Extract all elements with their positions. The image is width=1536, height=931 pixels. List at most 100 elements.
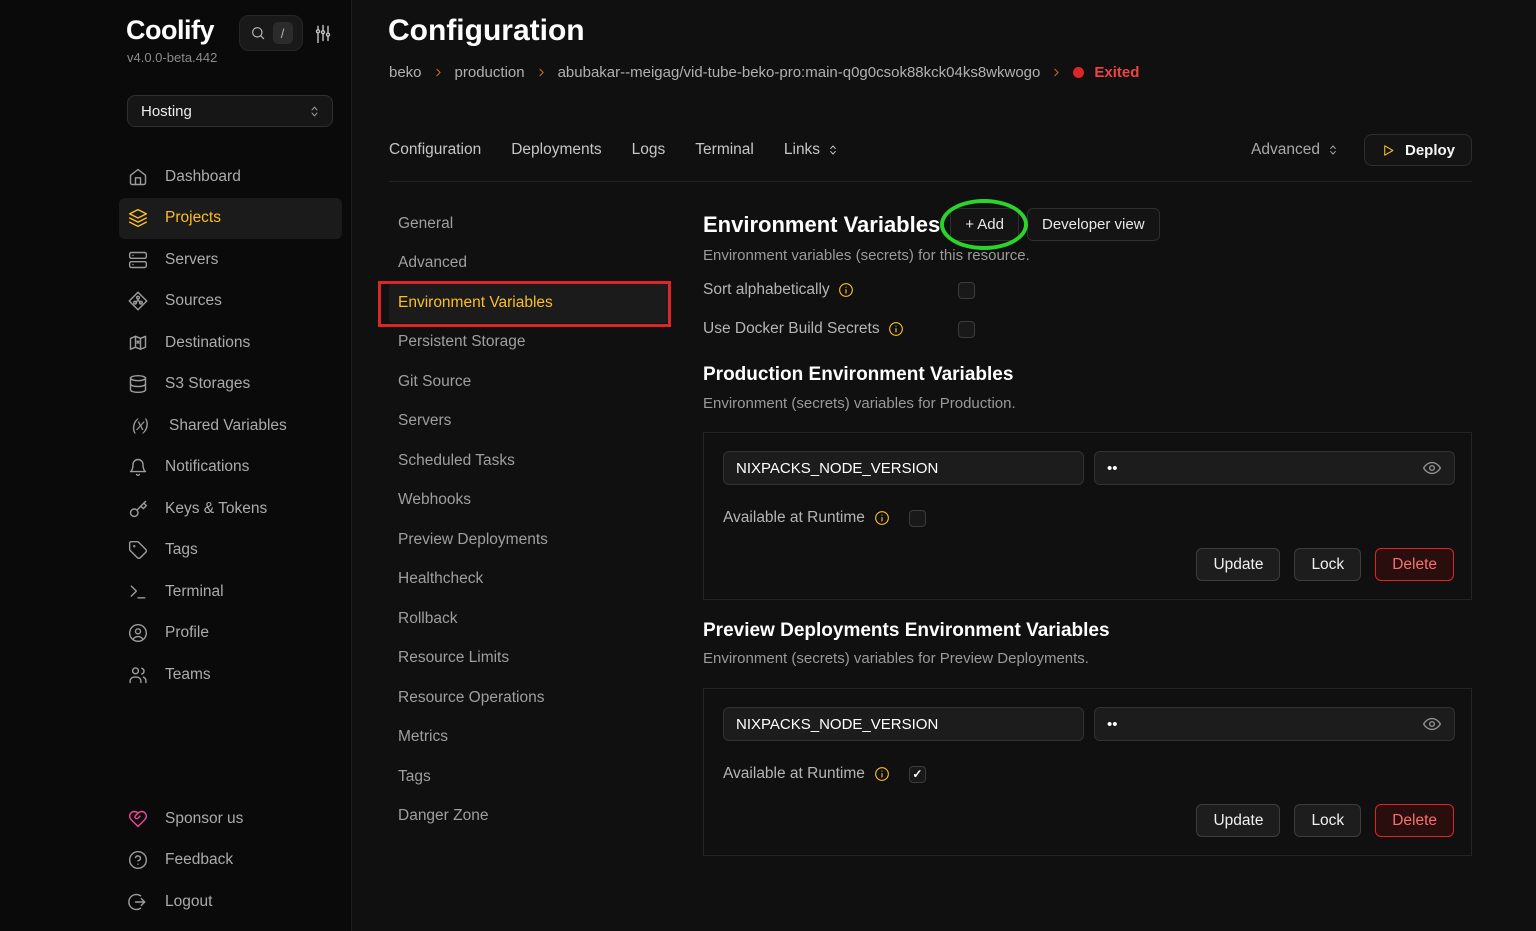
tab-configuration[interactable]: Configuration: [389, 141, 481, 159]
delete-button[interactable]: Delete: [1375, 548, 1454, 581]
sidebar-item-terminal[interactable]: Terminal: [119, 571, 342, 613]
subnav-servers[interactable]: Servers: [389, 402, 669, 442]
chevron-right-icon: [535, 66, 548, 79]
sidebar-item-destinations[interactable]: Destinations: [119, 322, 342, 364]
sort-alphabetically-checkbox[interactable]: [958, 282, 975, 299]
subnav-danger-zone[interactable]: Danger Zone: [389, 797, 669, 837]
app-logo[interactable]: Coolify: [126, 15, 214, 46]
variable-name-input[interactable]: [723, 451, 1084, 485]
sidebar-item-sponsor-us[interactable]: Sponsor us: [119, 798, 342, 840]
sidebar-item-label: Notifications: [165, 458, 249, 476]
variable-value-input[interactable]: [1094, 707, 1455, 741]
sidebar-item-label: Logout: [165, 893, 212, 911]
section-subtitle: Environment variables (secrets) for this…: [703, 247, 1030, 264]
subnav-rollback[interactable]: Rollback: [389, 599, 669, 639]
sidebar-nav: Dashboard Projects Servers Sources Desti…: [0, 156, 352, 696]
available-at-runtime-checkbox[interactable]: [909, 766, 926, 783]
sidebar-item-dashboard[interactable]: Dashboard: [119, 156, 342, 198]
lock-button[interactable]: Lock: [1294, 548, 1361, 581]
status-dot: [1073, 67, 1084, 78]
tab-terminal[interactable]: Terminal: [695, 141, 754, 159]
tabs-divider: [389, 181, 1472, 182]
chevron-right-icon: [432, 66, 445, 79]
team-selector[interactable]: Hosting: [127, 95, 333, 127]
delete-button[interactable]: Delete: [1375, 804, 1454, 837]
subnav-healthcheck[interactable]: Healthcheck: [389, 560, 669, 600]
user-circle-icon: [128, 623, 148, 643]
sidebar-item-servers[interactable]: Servers: [119, 239, 342, 281]
subnav-tags[interactable]: Tags: [389, 757, 669, 797]
developer-view-button[interactable]: Developer view: [1027, 208, 1160, 241]
main-area: Configuration beko production abubakar--…: [353, 0, 1536, 931]
lock-button[interactable]: Lock: [1294, 804, 1361, 837]
sidebar-item-label: Dashboard: [165, 168, 241, 186]
variable-value-input[interactable]: [1094, 451, 1455, 485]
production-section-title: Production Environment Variables: [703, 364, 1013, 386]
tab-deployments[interactable]: Deployments: [511, 141, 601, 159]
bell-icon: [128, 457, 148, 477]
preview-section-subtitle: Environment (secrets) variables for Prev…: [703, 650, 1089, 667]
sort-alphabetically-label: Sort alphabetically: [703, 281, 830, 299]
sidebar-item-feedback[interactable]: Feedback: [119, 840, 342, 882]
available-at-runtime-checkbox[interactable]: [909, 510, 926, 527]
sidebar-item-s3-storages[interactable]: S3 Storages: [119, 364, 342, 406]
breadcrumb-environment[interactable]: production: [455, 64, 525, 81]
home-icon: [128, 167, 148, 187]
breadcrumb-team[interactable]: beko: [389, 64, 422, 81]
sidebar-item-label: Terminal: [165, 583, 224, 601]
chevron-up-down-icon: [307, 104, 322, 119]
subnav-persistent-storage[interactable]: Persistent Storage: [389, 323, 669, 363]
sidebar-item-notifications[interactable]: Notifications: [119, 447, 342, 489]
eye-icon: [1421, 458, 1443, 478]
sidebar-item-profile[interactable]: Profile: [119, 613, 342, 655]
sidebar-item-tags[interactable]: Tags: [119, 530, 342, 572]
settings-sliders-button[interactable]: [312, 23, 334, 45]
sidebar-item-logout[interactable]: Logout: [119, 881, 342, 923]
sidebar-item-keys-tokens[interactable]: Keys & Tokens: [119, 488, 342, 530]
sidebar-item-projects[interactable]: Projects: [119, 198, 342, 240]
reveal-value-button[interactable]: [1421, 458, 1443, 478]
advanced-label: Advanced: [1251, 141, 1320, 159]
deploy-button[interactable]: Deploy: [1364, 134, 1472, 166]
subnav-scheduled-tasks[interactable]: Scheduled Tasks: [389, 441, 669, 481]
tab-links[interactable]: Links: [784, 141, 840, 159]
help-circle-icon: [128, 850, 148, 870]
search-button[interactable]: /: [239, 15, 303, 51]
subnav-advanced[interactable]: Advanced: [389, 244, 669, 284]
sliders-icon: [313, 23, 333, 43]
sort-alphabetically-row: Sort alphabetically: [703, 281, 854, 299]
breadcrumb-resource[interactable]: abubakar--meigag/vid-tube-beko-pro:main-…: [558, 64, 1041, 81]
subnav-general[interactable]: General: [389, 204, 669, 244]
advanced-dropdown[interactable]: Advanced: [1251, 141, 1340, 159]
docker-build-secrets-row: Use Docker Build Secrets: [703, 320, 904, 338]
subnav-git-source[interactable]: Git Source: [389, 362, 669, 402]
sidebar-item-label: Profile: [165, 624, 209, 642]
add-variable-button[interactable]: + Add: [950, 208, 1019, 241]
chevron-right-icon: [1050, 66, 1063, 79]
sidebar-item-shared-variables[interactable]: (x) Shared Variables: [119, 405, 342, 447]
variable-name-input[interactable]: [723, 707, 1084, 741]
heart-handshake-icon: [128, 809, 148, 829]
subnav-metrics[interactable]: Metrics: [389, 718, 669, 758]
subnav-environment-variables[interactable]: Environment Variables: [389, 283, 669, 323]
reveal-value-button[interactable]: [1421, 714, 1443, 734]
resource-tabs: Configuration Deployments Logs Terminal …: [389, 134, 1472, 166]
docker-build-secrets-checkbox[interactable]: [958, 321, 975, 338]
update-button[interactable]: Update: [1196, 548, 1280, 581]
map-icon: [128, 333, 148, 353]
preview-section-title: Preview Deployments Environment Variable…: [703, 620, 1110, 642]
sidebar-item-sources[interactable]: Sources: [119, 281, 342, 323]
subnav-resource-operations[interactable]: Resource Operations: [389, 678, 669, 718]
info-icon: [888, 321, 904, 337]
update-button[interactable]: Update: [1196, 804, 1280, 837]
subnav-resource-limits[interactable]: Resource Limits: [389, 639, 669, 679]
tab-logs[interactable]: Logs: [632, 141, 666, 159]
subnav-webhooks[interactable]: Webhooks: [389, 481, 669, 521]
git-source-icon: [128, 291, 148, 311]
tab-links-label: Links: [784, 141, 820, 159]
chevron-up-down-icon: [1326, 143, 1340, 157]
variable-icon: (x): [128, 417, 152, 435]
sidebar-item-teams[interactable]: Teams: [119, 654, 342, 696]
subnav-preview-deployments[interactable]: Preview Deployments: [389, 520, 669, 560]
docker-build-secrets-label: Use Docker Build Secrets: [703, 320, 880, 338]
